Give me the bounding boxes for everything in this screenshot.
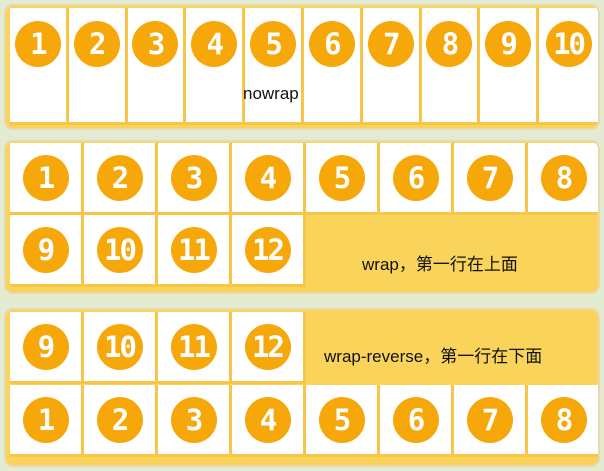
flex-item: 5 bbox=[306, 385, 380, 457]
flex-item: 9 bbox=[10, 215, 84, 287]
item-number: 10 bbox=[96, 226, 143, 273]
flex-item: 3 bbox=[158, 143, 232, 215]
item-number: 9 bbox=[485, 21, 532, 67]
item-number: 6 bbox=[392, 396, 439, 443]
flex-item: 7 bbox=[454, 143, 528, 215]
item-number: 4 bbox=[191, 21, 238, 67]
flex-item: 10 bbox=[84, 215, 158, 287]
flex-item: 1 bbox=[10, 385, 84, 457]
item-number: 1 bbox=[22, 154, 69, 201]
item-number: 4 bbox=[244, 154, 291, 201]
flex-item: 6 bbox=[380, 385, 454, 457]
item-number: 12 bbox=[244, 323, 291, 370]
nowrap-container: 1 2 3 4 5 6 7 8 9 10 nowrap bbox=[4, 4, 600, 130]
item-number: 2 bbox=[96, 154, 143, 201]
flex-item: 4 bbox=[232, 143, 306, 215]
item-number: 10 bbox=[545, 21, 592, 67]
flex-item: 11 bbox=[158, 312, 232, 384]
flex-item: 10 bbox=[539, 8, 598, 125]
item-number: 7 bbox=[466, 154, 513, 201]
item-number: 9 bbox=[22, 323, 69, 370]
item-number: 5 bbox=[250, 21, 297, 67]
item-number: 12 bbox=[244, 226, 291, 273]
flex-item: 3 bbox=[127, 8, 187, 125]
flex-item: 4 bbox=[186, 8, 246, 125]
flex-line-second: 9 10 11 12 bbox=[10, 312, 306, 384]
flex-item: 11 bbox=[158, 215, 232, 287]
item-number: 3 bbox=[170, 154, 217, 201]
caption-nowrap: nowrap bbox=[243, 84, 299, 103]
caption-wrap: wrap，第一行在上面 bbox=[362, 255, 518, 274]
flex-row: 1 2 3 4 5 6 7 8 9 10 bbox=[10, 8, 598, 125]
flex-item: 2 bbox=[84, 143, 158, 215]
item-number: 6 bbox=[392, 154, 439, 201]
flex-item: 8 bbox=[421, 8, 481, 125]
item-number: 1 bbox=[22, 396, 69, 443]
flex-line-second: 9 10 11 12 bbox=[10, 215, 306, 287]
item-number: 8 bbox=[540, 154, 587, 201]
flex-item: 1 bbox=[10, 143, 84, 215]
item-number: 3 bbox=[132, 21, 179, 67]
flex-item: 2 bbox=[68, 8, 128, 125]
item-number: 2 bbox=[73, 21, 120, 67]
wrap-container: 1 2 3 4 5 6 7 8 9 10 11 12 wrap，第一行在上面 bbox=[4, 140, 600, 294]
flex-item: 6 bbox=[380, 143, 454, 215]
flex-item: 10 bbox=[84, 312, 158, 384]
flex-item: 2 bbox=[84, 385, 158, 457]
flex-item: 5 bbox=[306, 143, 380, 215]
flex-item: 4 bbox=[232, 385, 306, 457]
flex-item: 8 bbox=[528, 143, 598, 215]
flex-item: 12 bbox=[232, 215, 306, 287]
item-number: 11 bbox=[170, 323, 217, 370]
flex-item: 7 bbox=[362, 8, 422, 125]
flex-item: 3 bbox=[158, 385, 232, 457]
caption-wrap-reverse: wrap-reverse，第一行在下面 bbox=[324, 347, 543, 366]
flex-item: 6 bbox=[303, 8, 363, 125]
item-number: 7 bbox=[367, 21, 414, 67]
flex-item: 9 bbox=[480, 8, 540, 125]
flex-item: 1 bbox=[10, 8, 69, 125]
item-number: 5 bbox=[318, 396, 365, 443]
item-number: 6 bbox=[308, 21, 355, 67]
item-number: 4 bbox=[244, 396, 291, 443]
item-number: 3 bbox=[170, 396, 217, 443]
wrap-reverse-container: 9 10 11 12 1 2 3 4 5 6 7 8 wrap-reverse，… bbox=[4, 308, 600, 467]
flex-item: 12 bbox=[232, 312, 306, 384]
item-number: 11 bbox=[170, 226, 217, 273]
flex-item: 9 bbox=[10, 312, 84, 384]
item-number: 5 bbox=[318, 154, 365, 201]
item-number: 8 bbox=[426, 21, 473, 67]
flex-line-first: 1 2 3 4 5 6 7 8 bbox=[10, 143, 598, 215]
flex-item: 7 bbox=[454, 385, 528, 457]
item-number: 2 bbox=[96, 396, 143, 443]
item-number: 10 bbox=[96, 323, 143, 370]
flex-line-first: 1 2 3 4 5 6 7 8 bbox=[10, 385, 598, 457]
flex-item: 5 bbox=[245, 8, 304, 125]
item-number: 9 bbox=[22, 226, 69, 273]
item-number: 7 bbox=[466, 396, 513, 443]
flex-item: 8 bbox=[528, 385, 598, 457]
item-number: 8 bbox=[540, 396, 587, 443]
item-number: 1 bbox=[14, 21, 61, 67]
